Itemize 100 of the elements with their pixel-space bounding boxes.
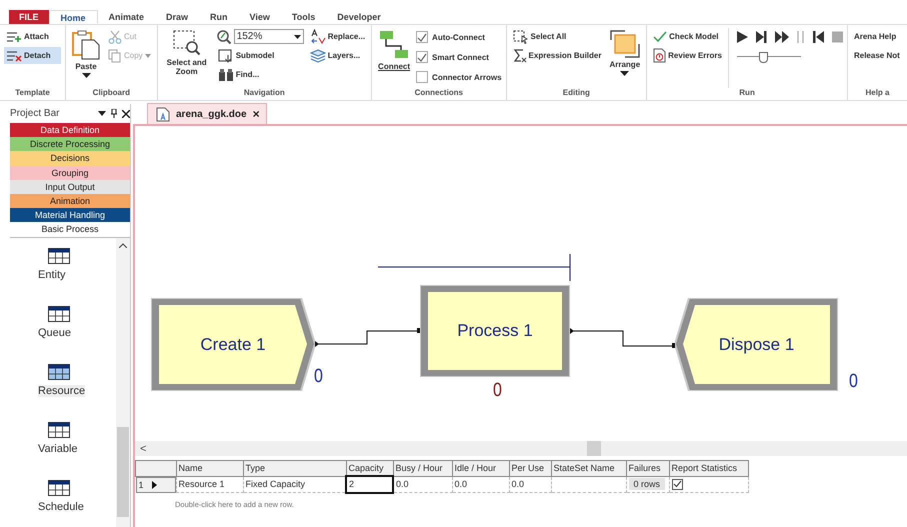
arrange-button[interactable]: Arrange <box>607 28 642 88</box>
ribbon-tab[interactable]: Tools <box>280 10 326 24</box>
pin-icon[interactable] <box>111 109 117 118</box>
submodel-button[interactable]: Submodel <box>216 47 304 64</box>
entity-counter: 0 <box>493 380 502 402</box>
ribbon-tab[interactable]: Developer <box>326 10 392 24</box>
column-header: Failures <box>626 460 669 476</box>
select-and-zoom-button[interactable]: Select and Zoom <box>162 28 212 88</box>
panel-category[interactable]: Input Output <box>10 180 130 194</box>
sigma-icon <box>512 48 527 62</box>
copy-icon <box>108 48 122 62</box>
ribbon-tab[interactable]: Draw <box>155 10 200 24</box>
group-label: Template <box>14 88 51 99</box>
panel-category[interactable]: Discrete Processing <box>10 137 130 152</box>
ribbon-tab[interactable]: Run <box>199 10 239 24</box>
arena-help-link[interactable]: Arena Help <box>852 28 903 45</box>
attach-icon <box>6 30 22 42</box>
review-errors-button[interactable]: Review Errors <box>651 47 724 64</box>
panel-category[interactable]: Grouping <box>10 166 130 180</box>
table-cell: Resource 1 <box>178 479 225 490</box>
document-icon <box>156 106 170 122</box>
play-icon[interactable] <box>736 31 748 43</box>
report-statistics-checkbox[interactable] <box>672 478 682 490</box>
find-button[interactable]: Find... <box>216 66 304 83</box>
panel-category[interactable]: Animation <box>10 194 130 208</box>
connection-checkbox[interactable]: Smart Connect <box>416 48 502 66</box>
group-label: Editing <box>562 88 591 99</box>
entity-counter: 0 <box>849 371 858 393</box>
module-label: Dispose 1 <box>718 334 794 354</box>
dropdown-icon[interactable] <box>98 111 106 116</box>
table-icon <box>48 248 70 264</box>
select-all-button[interactable]: Select All <box>510 28 604 45</box>
expression-builder-button[interactable]: Expression Builder <box>510 47 604 64</box>
error-report-icon <box>653 48 666 63</box>
connection-checkbox[interactable]: Connector Arrows <box>416 68 502 86</box>
connector-line[interactable] <box>570 328 677 348</box>
scroll-thumb[interactable] <box>117 427 129 517</box>
zoom-combobox[interactable]: 152% <box>234 29 304 44</box>
connection-checkbox[interactable]: Auto-Connect <box>416 28 502 46</box>
panel-category[interactable]: Material Handling <box>10 208 130 222</box>
detach-button[interactable]: Detach <box>4 47 61 64</box>
table-icon <box>48 306 70 322</box>
scroll-thumb[interactable] <box>587 441 601 456</box>
close-icon[interactable] <box>122 110 130 118</box>
column-header: Type <box>243 460 346 476</box>
zoom-selection-icon <box>172 30 201 56</box>
group-label: Navigation <box>242 88 286 99</box>
attach-button[interactable]: Attach <box>4 28 61 45</box>
current-row-icon <box>152 480 157 488</box>
table-icon <box>48 422 70 438</box>
layers-icon <box>310 48 326 62</box>
scissors-icon <box>108 30 122 44</box>
table-cell: Fixed Capacity <box>246 479 306 490</box>
module-item[interactable]: Variable <box>36 422 90 454</box>
column-header: Per Use <box>509 460 551 476</box>
failures-button[interactable]: 0 rows <box>628 478 666 490</box>
column-header: Capacity <box>346 460 393 476</box>
replace-button[interactable]: Replace... <box>308 28 368 45</box>
ribbon-tab[interactable]: View <box>238 10 281 24</box>
document-tab[interactable]: arena_ggk.doe × <box>147 103 267 124</box>
panel-title: Project Bar <box>10 108 60 119</box>
release-notes-link[interactable]: Release Not <box>852 47 903 64</box>
arrange-icon <box>610 30 640 58</box>
column-header: Idle / Hour <box>452 460 509 476</box>
select-all-icon <box>512 30 529 44</box>
submodel-icon <box>218 48 234 62</box>
fast-forward-icon[interactable] <box>774 31 789 43</box>
paste-button[interactable]: Paste <box>70 28 102 88</box>
module-item[interactable]: Queue <box>36 306 90 338</box>
connector-line[interactable] <box>315 328 422 348</box>
group-label: Clipboard <box>92 88 132 99</box>
scroll-up-icon[interactable] <box>119 242 127 248</box>
row-number: 1 <box>138 480 144 490</box>
module-item[interactable]: Entity <box>36 248 90 280</box>
ribbon-tab[interactable]: Home <box>48 10 98 24</box>
module-label: Create 1 <box>200 334 266 354</box>
check-model-button[interactable]: Check Model <box>651 28 724 45</box>
rewind-to-start-icon[interactable] <box>812 31 824 43</box>
module-label: Process 1 <box>457 321 533 341</box>
zoom-icon <box>216 28 232 44</box>
module-item[interactable]: Schedule <box>36 480 90 512</box>
connect-button[interactable]: Connect <box>376 28 412 88</box>
step-icon[interactable] <box>756 31 767 43</box>
scroll-left-button[interactable]: < <box>135 442 146 454</box>
column-header: Busy / Hour <box>393 460 452 476</box>
caret-icon <box>144 54 151 58</box>
caret-icon <box>294 34 301 38</box>
module-item[interactable]: Resource <box>36 364 90 396</box>
table-cell: 2 <box>349 479 354 490</box>
group-label: Run <box>738 88 756 99</box>
ribbon-tab[interactable]: FILE <box>9 10 48 24</box>
panel-category[interactable]: Data Definition <box>10 123 130 138</box>
column-header: Report Statistics <box>669 460 748 476</box>
group-label: Help a <box>864 88 890 99</box>
checkmark-icon <box>417 52 428 62</box>
close-button[interactable]: × <box>252 107 260 121</box>
panel-category[interactable]: Decisions <box>10 151 130 166</box>
detach-icon <box>6 50 22 62</box>
ribbon-tab[interactable]: Animate <box>98 10 156 24</box>
layers-button[interactable]: Layers... <box>308 47 368 64</box>
